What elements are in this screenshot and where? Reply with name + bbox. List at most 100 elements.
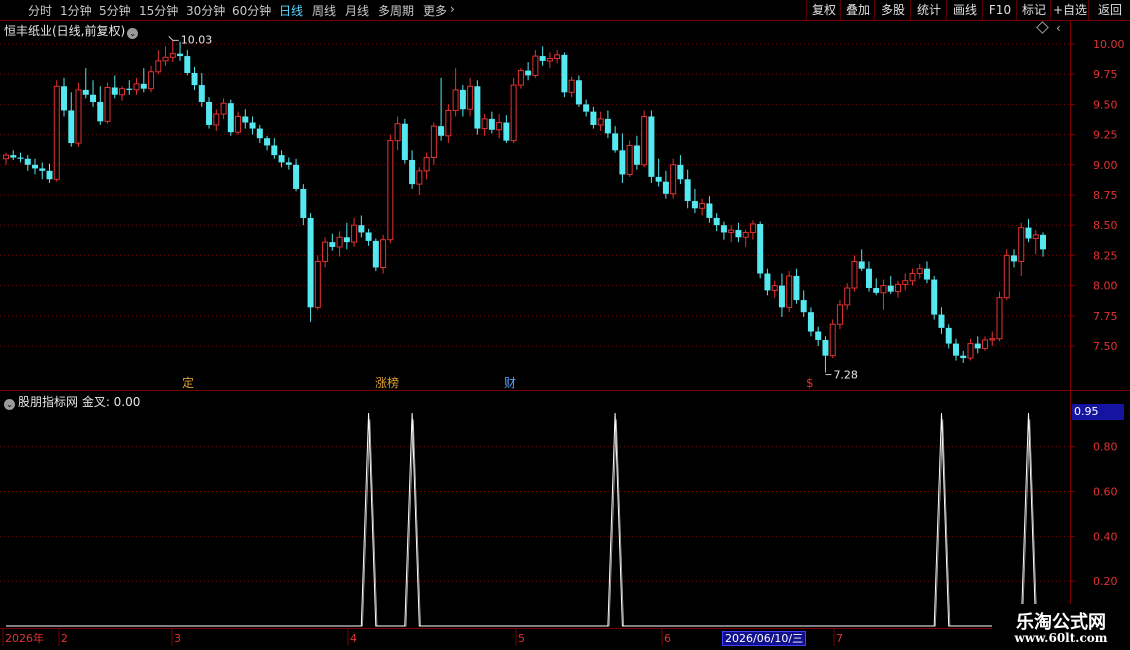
candle-body-down [539, 56, 546, 61]
candle-body-up [133, 83, 140, 91]
candle-body-up [235, 115, 242, 133]
candle-body-down [126, 88, 133, 90]
candle-body-down [619, 150, 626, 175]
candle-body-up [416, 170, 423, 185]
price-tick-label: 7.50 [1093, 340, 1118, 353]
indicator-tick-label: 0.40 [1093, 530, 1118, 543]
price-tick-label: 9.00 [1093, 159, 1118, 172]
candle-body-up [670, 164, 677, 195]
candle-body-down [561, 54, 568, 93]
price-tick-label: 10.00 [1093, 38, 1125, 51]
candle-body-down [409, 159, 416, 185]
candle-body-up [916, 268, 923, 275]
price-tick-label: 9.75 [1093, 68, 1118, 81]
candle-body-down [459, 89, 466, 110]
candle-body-down [488, 118, 495, 130]
cursor-date-tag: 2026/06/10/三 [722, 631, 807, 646]
candle-body-down [372, 240, 379, 268]
candle-body-up [597, 118, 604, 126]
candle-body-up [119, 88, 126, 96]
candle-body-down [974, 343, 981, 349]
candle-body-down [191, 72, 198, 86]
candle-body-up [568, 79, 575, 93]
candle-body-up [336, 236, 343, 248]
time-axis-label: 5 [518, 632, 525, 645]
candle-body-down [945, 327, 952, 344]
candle-body-up [162, 56, 169, 62]
candle-body-up [851, 260, 858, 289]
price-tick-label: 7.75 [1093, 310, 1118, 323]
candle-body-up [1003, 254, 1010, 299]
candle-body-up [880, 285, 887, 294]
indicator-tick-label: 0.20 [1093, 575, 1118, 588]
price-tick-label: 9.50 [1093, 98, 1118, 111]
candle-body-down [720, 225, 727, 233]
candle-body-up [546, 57, 553, 62]
candle-body-down [662, 181, 669, 194]
candle-body-down [1010, 255, 1017, 262]
candle-body-down [858, 261, 865, 269]
candle-body-up [829, 323, 836, 357]
time-axis-label: 6 [664, 632, 671, 645]
candle-body-down [952, 343, 959, 356]
candle-body-down [800, 300, 807, 313]
candle-body-down [256, 128, 263, 139]
watermark-url: www.60lt.com [1014, 631, 1108, 645]
candle-body-down [931, 279, 938, 315]
candle-body-up [104, 86, 111, 122]
candle-body-up [169, 53, 176, 58]
candle-body-up [517, 70, 524, 86]
candle-body-down [1040, 234, 1046, 250]
candle-body-down [525, 70, 532, 76]
candle-body-up [626, 144, 633, 175]
candle-body-up [75, 89, 82, 144]
candle-body-up [148, 71, 155, 90]
event-marker: $ [806, 376, 814, 390]
candle-body-up [213, 113, 220, 126]
candle-body-up [909, 273, 916, 282]
candle-body-up [220, 102, 227, 115]
candle-body-down [960, 355, 967, 359]
candle-body-up [981, 339, 988, 349]
candle-body-down [24, 158, 31, 165]
candle-body-up [445, 109, 452, 137]
candle-body-down [10, 155, 17, 158]
candle-body-up [742, 231, 749, 238]
candle-body-down [648, 116, 655, 177]
candle-body-down [590, 111, 597, 125]
candle-body-down [438, 126, 445, 136]
time-axis-label: 2 [61, 632, 68, 645]
candle-body-down [17, 157, 24, 159]
kline-chart[interactable]: 10.00 9.75 9.50 9.25 9.00 8.75 8.50 8.25 8.00 7.7… [0, 0, 1130, 650]
time-axis-label: 4 [350, 632, 357, 645]
candle-body-up [351, 224, 358, 243]
time-axis-label: 7 [836, 632, 843, 645]
candle-body-down [249, 122, 256, 129]
candle-body-up [380, 239, 387, 268]
candle-body-up [423, 157, 430, 172]
candle-body-up [1018, 227, 1025, 262]
candle-body-down [706, 203, 713, 218]
indicator-tick-label: 0.60 [1093, 485, 1118, 498]
candle-body-down [271, 145, 278, 156]
candle-body-up [786, 275, 793, 308]
candle-body-down [677, 164, 684, 180]
candle-body-up [554, 54, 561, 59]
candle-body-down [684, 179, 691, 202]
candle-body-up [967, 343, 974, 359]
candle-body-down [300, 188, 307, 218]
candle-body-up [3, 154, 9, 160]
candle-body-down [757, 223, 764, 274]
candle-body-down [764, 273, 771, 291]
candle-body-down [343, 237, 350, 243]
candle-body-up [452, 89, 459, 111]
candle-body-down [822, 339, 829, 356]
indicator-tick-label: 0.80 [1093, 441, 1118, 454]
candle-body-up [641, 115, 648, 166]
candle-body-up [155, 60, 162, 73]
candle-body-down [793, 275, 800, 301]
candle-body-up [902, 280, 909, 285]
candle-body-up [394, 123, 401, 142]
event-marker: 财 [504, 376, 516, 390]
candle-body-down [307, 217, 314, 308]
